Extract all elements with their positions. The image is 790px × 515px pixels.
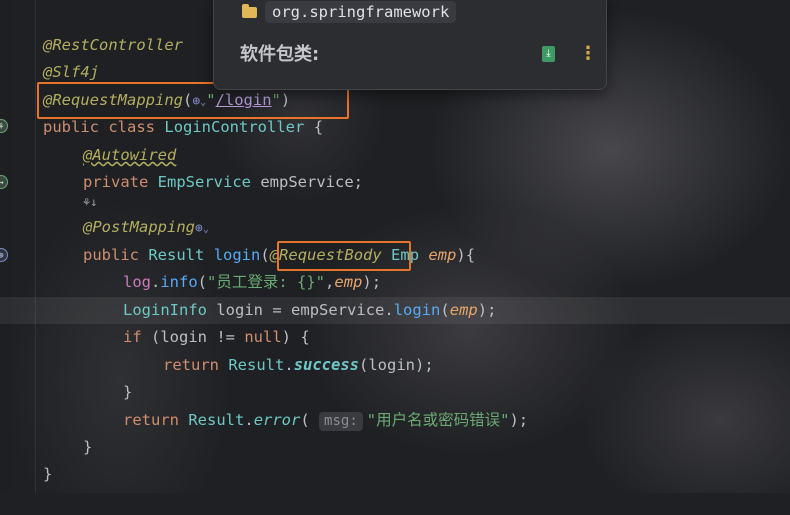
paren-open: ( — [197, 273, 208, 291]
web-globe-icon[interactable]: ⊕ — [195, 221, 203, 236]
code-line-5[interactable]: @Autowired — [0, 142, 790, 169]
field-name: empService; — [260, 173, 363, 191]
more-vertical-icon[interactable]: ⋮ — [579, 42, 597, 66]
package-category-label: 软件包类: — [240, 44, 320, 65]
paren-close: ) — [280, 91, 291, 109]
annotation-request-body[interactable]: @RequestBody — [270, 246, 382, 264]
annotation-autowired[interactable]: @Autowired — [83, 142, 176, 169]
code-line-14[interactable]: } — [0, 379, 790, 406]
if-close-brace: } — [123, 383, 133, 401]
package-row[interactable]: org.springframework — [242, 0, 457, 25]
return-type[interactable]: Result — [148, 246, 204, 264]
code-line-16[interactable]: } — [0, 434, 790, 461]
mapping-path-link[interactable]: /login — [216, 91, 272, 109]
return-success-statement: return Result.success(login); — [163, 352, 434, 379]
if-condition-close: ) { — [281, 328, 310, 346]
parameter-name-hint: msg: — [319, 412, 363, 431]
keyword-if: if — [123, 328, 142, 346]
equals-sign: = — [272, 301, 282, 319]
if-statement: if (login != null) { — [123, 324, 310, 351]
log-object[interactable]: log — [123, 273, 151, 291]
string-quote-close: " — [271, 91, 281, 109]
annotation-slf4j: @Slf4j — [43, 63, 99, 81]
paren-close: ){ — [456, 246, 476, 264]
keyword-class: class — [108, 118, 156, 136]
request-mapping-annotation: @RequestMapping(⊕⌄"/login") — [43, 87, 290, 116]
comma: , — [325, 273, 335, 291]
class-close-brace: } — [43, 465, 53, 483]
field-type[interactable]: EmpService — [158, 173, 251, 191]
error-method-call[interactable]: error — [254, 411, 301, 429]
class-declaration: public class LoginController { — [43, 114, 323, 141]
code-line-11-current[interactable]: LoginInfo login = empService.login(emp); — [0, 297, 790, 324]
paren-close: ); — [362, 273, 382, 291]
code-line-12[interactable]: if (login != null) { — [0, 324, 790, 351]
chevron-down-icon[interactable]: ⌄ — [203, 224, 209, 235]
log-message-string: "员工登录: {}" — [207, 273, 326, 291]
keyword-private: private — [83, 173, 149, 191]
service-login-call[interactable]: login — [394, 301, 441, 319]
paren-close: ); — [477, 301, 497, 319]
result-class-ref[interactable]: Result — [228, 356, 284, 374]
if-condition: (login != — [151, 328, 245, 346]
method-name[interactable]: login — [214, 246, 261, 264]
annotation-rest-controller: @RestController — [43, 36, 183, 54]
post-mapping-annotation: @PostMapping⊕⌄ — [83, 214, 209, 243]
code-line-17[interactable]: } — [0, 461, 790, 488]
success-method-call[interactable]: success — [294, 356, 359, 374]
annotation-post-mapping: @PostMapping — [83, 218, 195, 236]
endpoint-usages-icon[interactable]: ⚘↓ — [83, 191, 97, 213]
success-args: (login); — [359, 356, 434, 374]
dot: . — [284, 356, 294, 374]
dot: . — [151, 273, 161, 291]
method-close-brace: } — [83, 438, 93, 456]
method-declaration: public Result login(@RequestBody Emp emp… — [83, 242, 475, 269]
dot: . — [244, 411, 254, 429]
web-globe-icon[interactable]: ⊕ — [192, 94, 200, 109]
quick-documentation-popup[interactable]: org.springframework 软件包类: ⤓ ⋮ — [213, 0, 607, 90]
code-line-13[interactable]: return Result.success(login); — [0, 352, 790, 379]
param-type[interactable]: Emp — [391, 246, 419, 264]
local-type[interactable]: LoginInfo — [123, 301, 207, 319]
code-line-9[interactable]: public Result login(@RequestBody Emp emp… — [0, 242, 790, 269]
annotation-request-mapping: @RequestMapping — [43, 91, 183, 109]
service-field-ref[interactable]: empService — [291, 301, 384, 319]
code-line-8[interactable]: @PostMapping⊕⌄ — [0, 214, 790, 241]
keyword-return: return — [163, 356, 219, 374]
paren-open: ( — [440, 301, 450, 319]
log-statement: log.info("员工登录: {}",emp); — [123, 269, 381, 296]
keyword-public: public — [43, 118, 99, 136]
login-argument: emp — [449, 301, 478, 319]
code-line-4[interactable]: public class LoginController { — [0, 114, 790, 141]
class-name[interactable]: LoginController — [164, 118, 304, 136]
paren-open: ( — [182, 91, 193, 109]
login-info-statement: LoginInfo login = empService.login(emp); — [123, 297, 496, 324]
code-line-3[interactable]: @RequestMapping(⊕⌄"/login") — [0, 87, 790, 114]
log-method[interactable]: info — [160, 273, 197, 291]
log-argument: emp — [334, 273, 363, 291]
paren-open: ( — [300, 411, 310, 429]
keyword-public: public — [83, 246, 139, 264]
code-line-15[interactable]: return Result.error( msg: "用户名或密码错误"); — [0, 407, 790, 434]
brace-open: { — [313, 118, 324, 136]
error-message-string: "用户名或密码错误" — [366, 411, 510, 429]
package-name[interactable]: org.springframework — [265, 1, 457, 23]
string-quote-open: " — [206, 91, 216, 109]
param-name: emp — [428, 246, 457, 264]
return-error-statement: return Result.error( msg: "用户名或密码错误"); — [123, 407, 528, 434]
download-sources-icon[interactable]: ⤓ — [542, 46, 555, 62]
keyword-return: return — [123, 411, 179, 429]
keyword-null: null — [244, 328, 282, 346]
paren-open: ( — [260, 246, 270, 264]
folder-icon — [242, 3, 257, 18]
paren-close: ); — [509, 411, 529, 429]
code-line-10[interactable]: log.info("员工登录: {}",emp); — [0, 269, 790, 296]
code-line-7: ⚘↓ — [0, 191, 790, 213]
local-variable: login — [216, 301, 264, 319]
result-class-ref[interactable]: Result — [188, 411, 244, 429]
dot: . — [384, 301, 394, 319]
